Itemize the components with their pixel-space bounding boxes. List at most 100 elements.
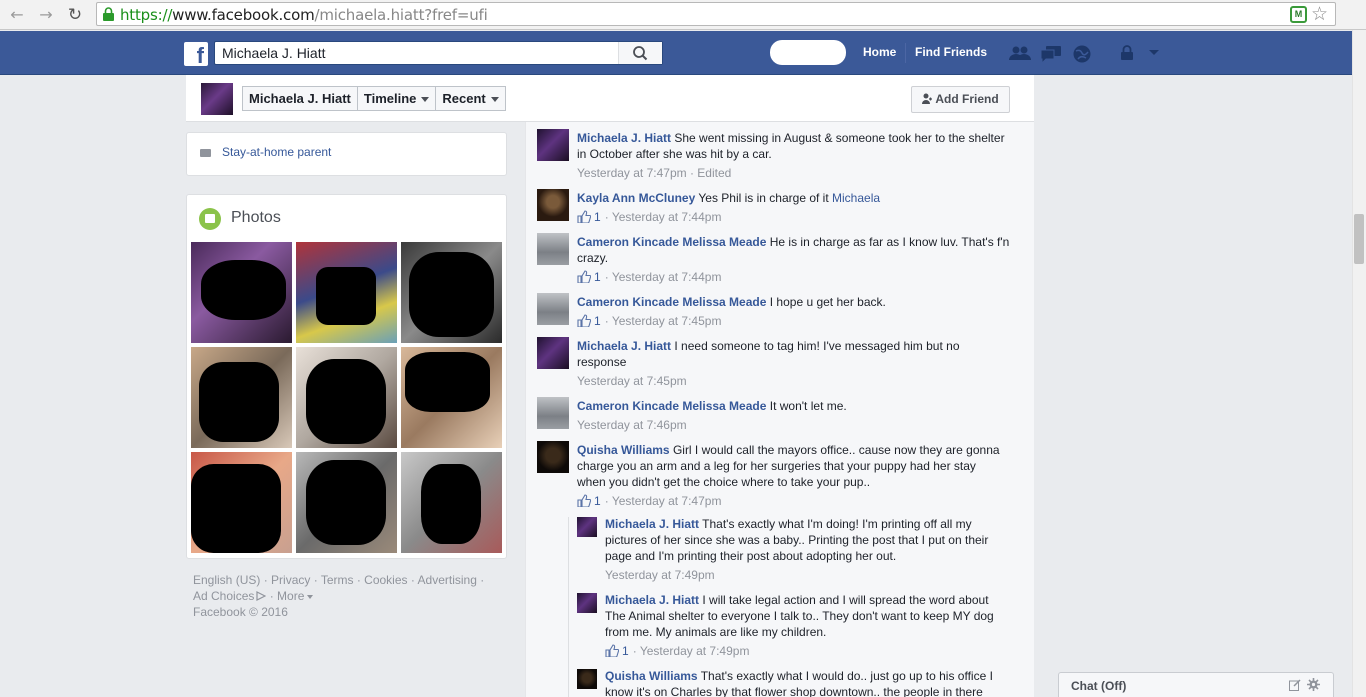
profile-avatar[interactable] — [201, 83, 233, 115]
photo-thumbnail[interactable] — [191, 242, 292, 343]
find-friends-link[interactable]: Find Friends — [915, 45, 987, 59]
footer-link[interactable]: Terms — [321, 573, 354, 587]
search-box — [214, 41, 663, 65]
reply-text: Quisha Williams That's exactly what I wo… — [605, 669, 993, 697]
chat-label: Chat (Off) — [1071, 679, 1127, 693]
account-menu-caret-icon[interactable] — [1148, 49, 1160, 57]
extension-icon[interactable]: M — [1290, 6, 1307, 23]
back-icon[interactable]: ← — [6, 4, 28, 26]
comment-timestamp[interactable]: Yesterday at 7:44pm — [612, 210, 722, 224]
comment-author[interactable]: Michaela J. Hiatt — [577, 339, 671, 353]
comment-timestamp[interactable]: Yesterday at 7:44pm — [612, 270, 722, 284]
comment-text: Quisha Williams Girl I would call the ma… — [577, 443, 1000, 489]
comment-timestamp[interactable]: Yesterday at 7:47pm — [612, 494, 722, 508]
comment-author[interactable]: Kayla Ann McCluney — [577, 191, 695, 205]
photo-thumbnail[interactable] — [296, 452, 397, 553]
comment-meta: 1 · Yesterday at 7:47pm — [577, 494, 721, 508]
comment-text: Michaela J. Hiatt I need someone to tag … — [577, 339, 960, 369]
photo-thumbnail[interactable] — [191, 347, 292, 448]
redaction — [191, 464, 281, 553]
like-count[interactable]: 1 — [594, 210, 601, 224]
commenter-avatar[interactable] — [537, 233, 569, 265]
comment-author[interactable]: Cameron Kincade Melissa Meade — [577, 399, 766, 413]
recent-dropdown[interactable]: Recent — [435, 86, 506, 111]
replier-avatar[interactable] — [577, 593, 597, 613]
reply-text: Michaela J. Hiatt That's exactly what I'… — [605, 517, 989, 563]
profile-name-redacted[interactable] — [770, 40, 846, 65]
comment-meta: 1 · Yesterday at 7:49pm — [605, 644, 749, 658]
commenter-avatar[interactable] — [537, 293, 569, 325]
comment-author[interactable]: Cameron Kincade Melissa Meade — [577, 235, 766, 249]
gear-icon[interactable] — [1307, 678, 1320, 691]
comment-author[interactable]: Michaela J. Hiatt — [577, 131, 671, 145]
search-input[interactable] — [215, 42, 615, 64]
facebook-logo[interactable]: f — [184, 42, 208, 66]
like-icon[interactable] — [577, 270, 591, 283]
footer-link[interactable]: Privacy — [271, 573, 310, 587]
footer-link[interactable]: Advertising — [418, 573, 477, 587]
photo-thumbnail[interactable] — [191, 452, 292, 553]
redaction — [306, 359, 386, 444]
like-count[interactable]: 1 — [594, 494, 601, 508]
photo-thumbnail[interactable] — [296, 347, 397, 448]
comment-timestamp[interactable]: Yesterday at 7:45pm — [612, 314, 722, 328]
comment-author[interactable]: Quisha Williams — [577, 443, 670, 457]
like-icon[interactable] — [605, 644, 619, 657]
photo-thumbnail[interactable] — [401, 452, 502, 553]
footer-link[interactable]: Cookies — [364, 573, 407, 587]
commenter-avatar[interactable] — [537, 441, 569, 473]
comment-author[interactable]: Quisha Williams — [605, 669, 698, 683]
address-bar[interactable]: https://www.facebook.com/michaela.hiatt?… — [96, 2, 1336, 26]
add-friend-button[interactable]: Add Friend — [911, 86, 1010, 113]
like-count[interactable]: 1 — [594, 314, 601, 328]
compose-icon[interactable] — [1289, 679, 1301, 691]
comment-author[interactable]: Michaela J. Hiatt — [605, 593, 699, 607]
like-icon[interactable] — [577, 314, 591, 327]
comment-author[interactable]: Cameron Kincade Melissa Meade — [577, 295, 766, 309]
work-link[interactable]: Stay-at-home parent — [222, 145, 331, 159]
privacy-shortcuts-icon[interactable] — [1119, 45, 1137, 61]
comment-timestamp[interactable]: Yesterday at 7:47pm · Edited — [577, 166, 731, 180]
like-count[interactable]: 1 — [622, 644, 629, 658]
home-link[interactable]: Home — [863, 45, 896, 59]
commenter-avatar[interactable] — [537, 397, 569, 429]
like-icon[interactable] — [577, 494, 591, 507]
comment-timestamp[interactable]: Yesterday at 7:49pm — [605, 568, 715, 582]
mention-link[interactable]: Michaela — [832, 191, 880, 205]
ad-choices-icon — [256, 591, 267, 601]
photos-icon — [199, 208, 221, 230]
messages-icon[interactable] — [1040, 45, 1062, 63]
friend-requests-icon[interactable] — [1009, 45, 1031, 61]
chat-tab[interactable]: Chat (Off) — [1058, 672, 1334, 697]
scrollbar-track[interactable] — [1352, 30, 1366, 697]
photo-thumbnail[interactable] — [296, 242, 397, 343]
commenter-avatar[interactable] — [537, 337, 569, 369]
like-icon[interactable] — [577, 210, 591, 223]
reload-icon[interactable]: ↻ — [64, 4, 86, 26]
notifications-globe-icon[interactable] — [1072, 45, 1092, 63]
like-count[interactable]: 1 — [594, 270, 601, 284]
photos-title[interactable]: Photos — [231, 209, 281, 227]
comment-timestamp[interactable]: Yesterday at 7:46pm — [577, 418, 687, 432]
comment-author[interactable]: Michaela J. Hiatt — [605, 517, 699, 531]
forward-icon[interactable]: → — [35, 4, 57, 26]
footer-more-link[interactable]: More — [277, 589, 314, 603]
chevron-down-icon — [490, 97, 499, 103]
nav-divider — [905, 43, 906, 63]
timeline-dropdown[interactable]: Timeline — [356, 86, 437, 111]
footer-link[interactable]: Ad Choices — [193, 589, 254, 603]
footer-link[interactable]: English (US) — [193, 573, 260, 587]
reply-text: Michaela J. Hiatt I will take legal acti… — [605, 593, 994, 639]
search-button[interactable] — [618, 42, 662, 64]
profile-name-button[interactable]: Michaela J. Hiatt — [242, 86, 358, 111]
comment-timestamp[interactable]: Yesterday at 7:45pm — [577, 374, 687, 388]
commenter-avatar[interactable] — [537, 129, 569, 161]
comment-timestamp[interactable]: Yesterday at 7:49pm — [640, 644, 750, 658]
photo-thumbnail[interactable] — [401, 347, 502, 448]
scrollbar-thumb[interactable] — [1354, 214, 1364, 264]
commenter-avatar[interactable] — [537, 189, 569, 221]
replier-avatar[interactable] — [577, 517, 597, 537]
replier-avatar[interactable] — [577, 669, 597, 689]
photo-thumbnail[interactable] — [401, 242, 502, 343]
bookmark-star-icon[interactable]: ☆ — [1311, 3, 1328, 25]
